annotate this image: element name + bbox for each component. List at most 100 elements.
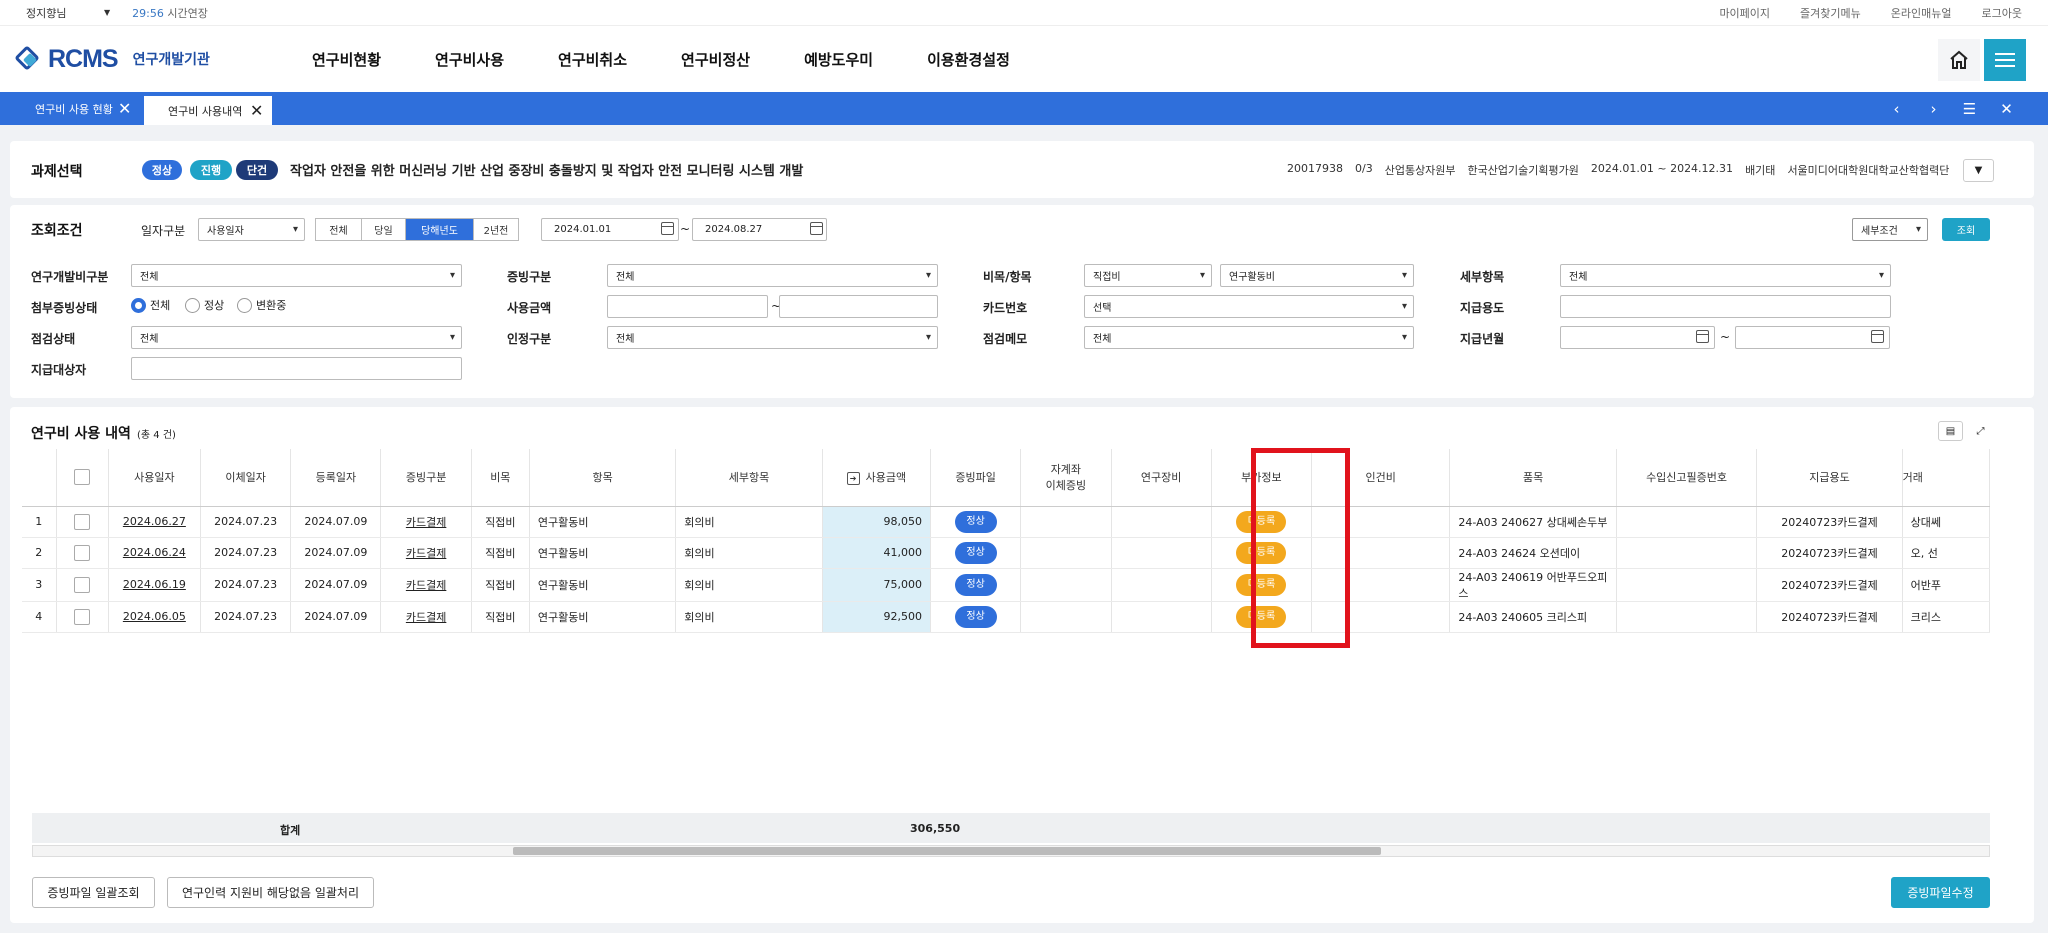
tab-usage-detail[interactable]: 연구비 사용내역 ✕ (144, 96, 272, 125)
nav-status[interactable]: 연구비현황 (312, 49, 381, 70)
nav-prevention[interactable]: 예방도우미 (804, 49, 873, 70)
col-sub-account[interactable]: 자계좌 이체증빙 (1020, 449, 1112, 507)
table-row[interactable]: 3 2024.06.19 2024.07.23 2024.07.09 카드결제 … (22, 568, 1991, 602)
amount-to-input[interactable] (779, 295, 938, 318)
col-amount[interactable]: ➔ 사용금액 (822, 449, 932, 507)
payee-input[interactable] (131, 357, 462, 380)
amount-from-input[interactable] (607, 295, 768, 318)
nav-usage[interactable]: 연구비사용 (435, 49, 504, 70)
scrollbar-thumb[interactable] (513, 847, 1381, 855)
row-checkbox[interactable] (74, 576, 91, 593)
bulk-none-button[interactable]: 연구인력 지원비 해당없음 일괄처리 (167, 877, 374, 908)
radio-normal[interactable]: 정상 (185, 297, 224, 313)
tab-next-button[interactable]: › (1917, 92, 1950, 125)
tab-prev-button[interactable]: ‹ (1880, 92, 1913, 125)
row-checkbox[interactable] (74, 513, 91, 530)
calendar-icon[interactable] (661, 222, 674, 235)
date-to-input[interactable]: 2024.08.27 (692, 218, 827, 241)
check-status-select[interactable]: 전체 (131, 326, 462, 349)
row-checkbox[interactable] (74, 544, 91, 561)
tab-list-icon[interactable]: ☰ (1953, 92, 1986, 125)
col-purpose[interactable]: 지급용도 (1756, 449, 1903, 507)
col-use-date[interactable]: 사용일자 (108, 449, 201, 507)
evidence-type-link[interactable]: 카드결제 (406, 516, 446, 529)
favorites-link[interactable]: 즐겨찾기메뉴 (1800, 5, 1861, 21)
table-row[interactable]: 1 2024.06.27 2024.07.23 2024.07.09 카드결제 … (22, 506, 1991, 538)
fullscreen-button[interactable]: ⤢ (1968, 421, 1993, 441)
mypage-link[interactable]: 마이페이지 (1719, 5, 1770, 21)
col-import-no[interactable]: 수입신고필증번호 (1616, 449, 1758, 507)
seg-today[interactable]: 당일 (362, 219, 406, 240)
edit-evidence-button[interactable]: 증빙파일수정 (1891, 877, 1990, 908)
evidence-status-button[interactable]: 정상 (954, 541, 997, 564)
use-date-link[interactable]: 2024.06.27 (123, 515, 186, 528)
bulk-view-button[interactable]: 증빙파일 일괄조회 (32, 877, 155, 908)
close-icon[interactable]: ✕ (250, 101, 263, 120)
col-product[interactable]: 품목 (1449, 449, 1617, 507)
project-expand-button[interactable]: ▼ (1963, 159, 1994, 182)
seg-all[interactable]: 전체 (316, 219, 362, 240)
calendar-icon[interactable] (810, 222, 823, 235)
card-number-select[interactable]: 선택 (1084, 295, 1414, 318)
col-cost-category[interactable]: 비목 (471, 449, 530, 507)
evidence-type-link[interactable]: 카드결제 (406, 547, 446, 560)
use-date-link[interactable]: 2024.06.24 (123, 546, 186, 559)
user-dropdown-icon[interactable]: ▼ (104, 8, 110, 17)
nav-cancel[interactable]: 연구비취소 (558, 49, 627, 70)
evidence-type-link[interactable]: 카드결제 (406, 579, 446, 592)
row-checkbox[interactable] (74, 608, 91, 625)
date-type-select[interactable]: 사용일자 (198, 218, 305, 241)
col-equipment[interactable]: 연구장비 (1111, 449, 1212, 507)
tab-close-all-icon[interactable]: ✕ (1990, 92, 2023, 125)
col-item[interactable]: 항목 (529, 449, 677, 507)
col-transfer-date[interactable]: 이체일자 (200, 449, 292, 507)
col-evidence-file[interactable]: 증빙파일 (930, 449, 1022, 507)
use-date-link[interactable]: 2024.06.19 (123, 578, 186, 591)
table-row[interactable]: 4 2024.06.05 2024.07.23 2024.07.09 카드결제 … (22, 601, 1991, 633)
search-button[interactable]: 조회 (1942, 218, 1990, 241)
fund-type-select[interactable]: 전체 (131, 264, 462, 287)
purpose-input[interactable] (1560, 295, 1891, 318)
nav-settings[interactable]: 이용환경설정 (927, 49, 1010, 70)
col-sub-item[interactable]: 세부항목 (675, 449, 823, 507)
radio-converting[interactable]: 변환중 (237, 297, 286, 313)
pay-month-from-input[interactable] (1560, 326, 1715, 349)
logo[interactable]: RCMS 연구개발기관 (14, 45, 312, 74)
detail-condition-select[interactable]: 세부조건 (1852, 218, 1928, 241)
evidence-status-button[interactable]: 정상 (954, 573, 997, 596)
date-from-input[interactable]: 2024.01.01 (541, 218, 679, 241)
evidence-type-link[interactable]: 카드결제 (406, 611, 446, 624)
col-evidence-type[interactable]: 증빙구분 (380, 449, 472, 507)
approval-type-select[interactable]: 전체 (607, 326, 938, 349)
horizontal-scrollbar[interactable] (32, 845, 1990, 857)
select-all-checkbox[interactable] (74, 469, 91, 486)
check-memo-select[interactable]: 전체 (1084, 326, 1414, 349)
logout-link[interactable]: 로그아웃 (1982, 5, 2022, 21)
tab-usage-status[interactable]: 연구비 사용 현황 ✕ (0, 92, 144, 125)
manual-link[interactable]: 온라인매뉴얼 (1891, 5, 1952, 21)
sort-icon[interactable]: ➔ (846, 472, 860, 486)
use-date-link[interactable]: 2024.06.05 (123, 610, 186, 623)
calendar-icon[interactable] (1871, 330, 1884, 343)
extend-session-button[interactable]: 시간연장 (167, 7, 207, 20)
evidence-type-select[interactable]: 전체 (607, 264, 938, 287)
excel-download-button[interactable]: ▤ (1938, 421, 1963, 441)
evidence-status-button[interactable]: 정상 (954, 605, 997, 628)
evidence-status-button[interactable]: 정상 (954, 510, 997, 533)
seg-this-year[interactable]: 당해년도 (406, 219, 474, 240)
nav-settlement[interactable]: 연구비정산 (681, 49, 750, 70)
seg-2years[interactable]: 2년전 (474, 219, 518, 240)
col-vendor[interactable]: 거래 (1902, 449, 1991, 507)
close-icon[interactable]: ✕ (118, 99, 131, 118)
hamburger-menu-button[interactable] (1984, 39, 2026, 81)
pay-month-to-input[interactable] (1735, 326, 1890, 349)
home-button[interactable] (1938, 39, 1980, 81)
table-row[interactable]: 2 2024.06.24 2024.07.23 2024.07.09 카드결제 … (22, 537, 1991, 569)
calendar-icon[interactable] (1696, 330, 1709, 343)
user-name[interactable]: 정지향님 (26, 5, 104, 21)
col-reg-date[interactable]: 등록일자 (290, 449, 382, 507)
cost-category-select[interactable]: 직접비 (1084, 264, 1212, 287)
radio-all[interactable]: 전체 (131, 297, 170, 313)
cost-item-select[interactable]: 연구활동비 (1220, 264, 1414, 287)
sub-item-select[interactable]: 전체 (1560, 264, 1891, 287)
